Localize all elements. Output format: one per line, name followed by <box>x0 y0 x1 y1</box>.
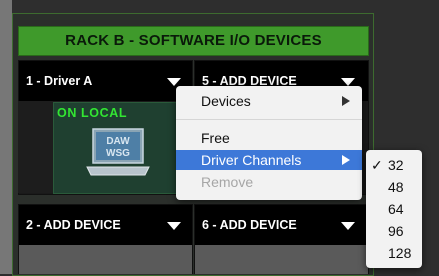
slot-2-body <box>19 245 192 274</box>
chevron-right-icon <box>342 96 350 106</box>
slot-6-body <box>195 245 368 274</box>
menu-item-driver-channels-label: Driver Channels <box>201 152 302 168</box>
submenu-option-96[interactable]: 96 <box>366 221 422 242</box>
submenu-option-label: 32 <box>388 157 404 173</box>
menu-item-remove-label: Remove <box>201 174 254 190</box>
slot-6-label: 6 - ADD DEVICE <box>202 218 297 232</box>
chevron-down-icon[interactable] <box>341 222 355 230</box>
device-logo-line2: WSG <box>106 148 130 159</box>
rack-title: RACK B - SOFTWARE I/O DEVICES <box>18 26 369 56</box>
context-menu: Devices Free Driver Channels Remove <box>176 86 362 200</box>
menu-item-free[interactable]: Free <box>176 128 362 148</box>
checkmark-icon: ✓ <box>371 157 383 173</box>
laptop-icon: DAW WSG <box>86 128 150 176</box>
device-logo-line1: DAW <box>106 136 130 147</box>
slot-1-side-bar <box>18 101 53 193</box>
driver-channels-submenu: ✓ 32 48 64 96 128 <box>366 150 422 268</box>
submenu-option-32[interactable]: ✓ 32 <box>366 155 422 176</box>
submenu-option-label: 128 <box>388 245 412 261</box>
chevron-down-icon[interactable] <box>341 78 355 86</box>
status-label: ON LOCAL <box>57 106 128 120</box>
submenu-option-label: 96 <box>388 223 404 239</box>
slot-1-label: 1 - Driver A <box>26 74 93 88</box>
menu-item-devices[interactable]: Devices <box>176 91 362 111</box>
submenu-option-64[interactable]: 64 <box>366 199 422 220</box>
chevron-down-icon[interactable] <box>167 78 181 86</box>
menu-item-driver-channels[interactable]: Driver Channels <box>176 150 362 170</box>
submenu-option-48[interactable]: 48 <box>366 177 422 198</box>
slot-2-label: 2 - ADD DEVICE <box>26 218 121 232</box>
chevron-down-icon[interactable] <box>167 222 181 230</box>
slot-2-header[interactable]: 2 - ADD DEVICE <box>19 205 192 245</box>
chevron-right-icon <box>342 155 350 165</box>
menu-separator <box>176 119 362 120</box>
slot-1-header[interactable]: 1 - Driver A <box>19 61 192 101</box>
submenu-option-128[interactable]: 128 <box>366 243 422 264</box>
left-edge-strip <box>0 0 12 274</box>
menu-item-remove: Remove <box>176 172 362 192</box>
menu-item-free-label: Free <box>201 130 230 146</box>
submenu-option-label: 64 <box>388 201 404 217</box>
submenu-option-label: 48 <box>388 179 404 195</box>
slot-6-header[interactable]: 6 - ADD DEVICE <box>195 205 368 245</box>
menu-item-devices-label: Devices <box>201 93 251 109</box>
